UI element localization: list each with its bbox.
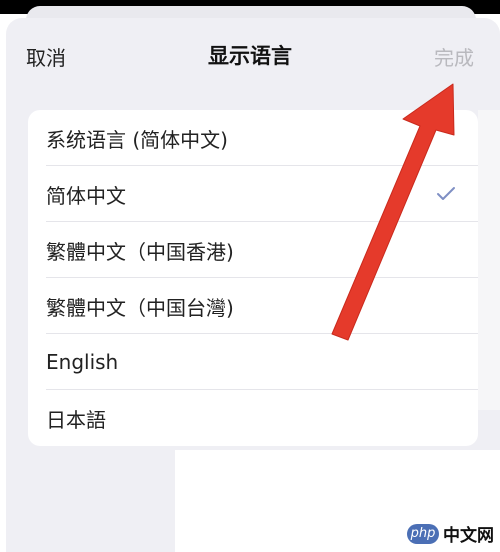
done-button[interactable]: 完成 xyxy=(434,42,474,71)
language-list: 系统语言 (简体中文) 简体中文 繁體中文（中国香港) 繁體中文（中国台灣) E… xyxy=(28,110,478,446)
language-option-label: 繁體中文（中国香港) xyxy=(46,239,234,264)
watermark-site-text: 中文网 xyxy=(443,526,494,546)
page-title: 显示语言 xyxy=(208,44,292,68)
language-option-label: 繁體中文（中国台灣) xyxy=(46,295,234,320)
checkmark-icon xyxy=(437,187,455,200)
language-option-english[interactable]: English xyxy=(28,334,478,390)
language-option-traditional-hk[interactable]: 繁體中文（中国香港) xyxy=(28,222,478,278)
language-option-label: 日本語 xyxy=(46,407,106,432)
language-option-label: 系统语言 (简体中文) xyxy=(46,127,228,152)
watermark: php 中文网 xyxy=(407,521,494,546)
language-option-label: 简体中文 xyxy=(46,183,126,208)
language-option-japanese[interactable]: 日本語 xyxy=(28,390,478,446)
sheet-edge xyxy=(478,110,500,410)
language-option-simplified-chinese[interactable]: 简体中文 xyxy=(28,166,478,222)
language-option-system[interactable]: 系统语言 (简体中文) xyxy=(28,110,478,166)
language-option-traditional-tw[interactable]: 繁體中文（中国台灣) xyxy=(28,278,478,334)
language-option-label: English xyxy=(46,350,119,374)
php-logo: php xyxy=(407,523,439,544)
